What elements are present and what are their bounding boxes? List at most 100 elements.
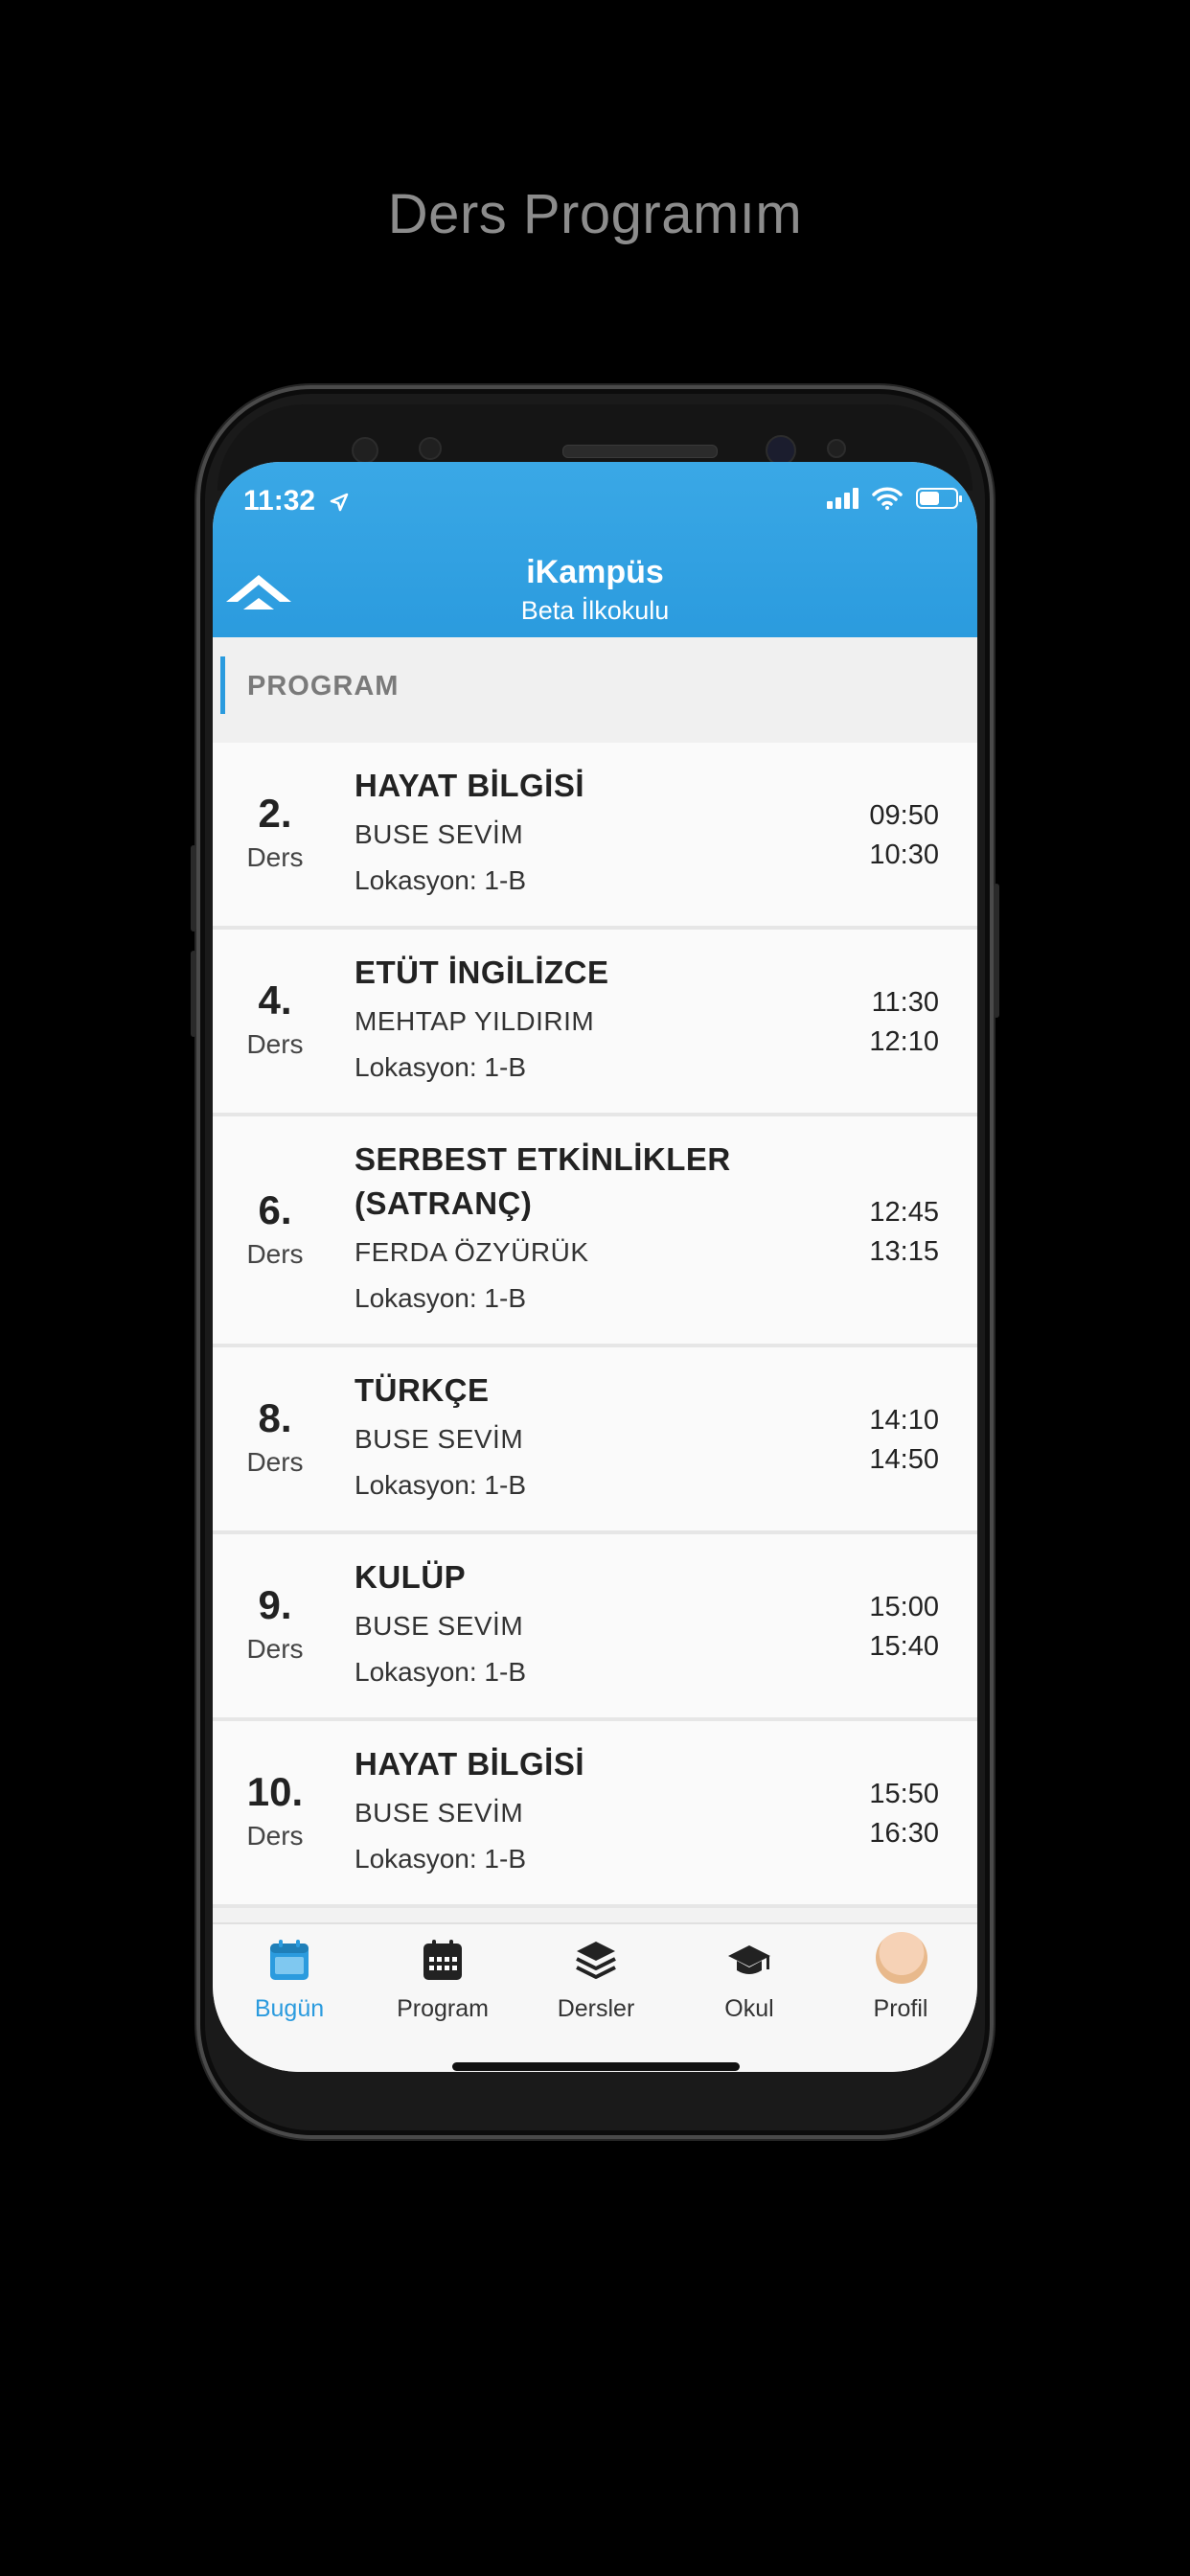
lesson-row[interactable]: 6. Ders SERBEST ETKİNLİKLER (SATRANÇ) FE… <box>213 1116 977 1347</box>
period: 8. Ders <box>213 1395 337 1478</box>
lesson-end: 16:30 <box>869 1818 939 1849</box>
lesson-end: 12:10 <box>869 1026 939 1057</box>
period-label: Ders <box>246 1447 304 1477</box>
lesson-info: KULÜP BUSE SEVİM Lokasyon: 1-B <box>355 1555 814 1688</box>
lesson-teacher: BUSE SEVİM <box>355 1424 524 1454</box>
lesson-start: 11:30 <box>871 987 939 1018</box>
calendar-grid-icon <box>423 1940 462 1980</box>
lesson-subject: SERBEST ETKİNLİKLER (SATRANÇ) <box>355 1141 731 1221</box>
lesson-subject: ETÜT İNGİLİZCE <box>355 954 609 990</box>
period-number: 9. <box>258 1582 292 1627</box>
period-label: Ders <box>246 1239 304 1269</box>
layers-icon <box>576 1942 616 1979</box>
lesson-location: Lokasyon: 1-B <box>355 1052 526 1082</box>
lesson-times: 15:50 16:30 <box>869 1775 939 1853</box>
sensor-icon <box>827 439 846 458</box>
lesson-location: Lokasyon: 1-B <box>355 1844 526 1874</box>
section-label: PROGRAM <box>247 671 400 702</box>
lesson-end: 13:15 <box>869 1236 939 1267</box>
lesson-location: Lokasyon: 1-B <box>355 1657 526 1687</box>
lesson-subject: TÜRKÇE <box>355 1372 490 1408</box>
tab-label: Bugün <box>254 1995 325 2022</box>
period: 6. Ders <box>213 1187 337 1270</box>
lesson-times: 11:30 12:10 <box>869 983 939 1062</box>
lesson-row[interactable]: 4. Ders ETÜT İNGİLİZCE MEHTAP YILDIRIM L… <box>213 930 977 1116</box>
period-number: 6. <box>258 1187 292 1232</box>
power-button <box>994 884 999 1018</box>
lesson-times: 12:45 13:15 <box>869 1193 939 1272</box>
promo-title: Ders Programım <box>387 183 803 245</box>
lesson-times: 14:10 14:50 <box>869 1401 939 1480</box>
volume-button <box>191 845 196 932</box>
lesson-start: 15:00 <box>869 1592 939 1622</box>
lesson-teacher: BUSE SEVİM <box>355 1798 524 1828</box>
speaker-grille <box>562 445 718 458</box>
lesson-start: 09:50 <box>869 800 939 831</box>
period-label: Ders <box>246 1029 304 1059</box>
lesson-times: 15:00 15:40 <box>869 1588 939 1667</box>
lesson-subject: HAYAT BİLGİSİ <box>355 1746 584 1782</box>
tab-label: Okul <box>724 1995 774 2022</box>
graduation-cap-icon <box>728 1945 770 1974</box>
lesson-row[interactable]: 2. Ders HAYAT BİLGİSİ BUSE SEVİM Lokasyo… <box>213 743 977 930</box>
program-section-header: PROGRAM <box>213 637 977 743</box>
lesson-end: 15:40 <box>869 1631 939 1662</box>
lesson-info: TÜRKÇE BUSE SEVİM Lokasyon: 1-B <box>355 1368 814 1501</box>
app-screen: 11:32 iKampüs Beta İlkokulu PROGRAM 2. D… <box>213 462 977 2072</box>
lesson-end: 14:50 <box>869 1444 939 1475</box>
battery-icon <box>916 488 962 509</box>
section-accent-bar <box>220 656 225 714</box>
sensor-icon <box>352 437 378 464</box>
lesson-end: 10:30 <box>869 840 939 870</box>
school-name: Beta İlkokulu <box>520 596 670 625</box>
status-icons <box>827 487 962 510</box>
period: 9. Ders <box>213 1582 337 1665</box>
app-title: iKampüs <box>526 554 664 590</box>
lesson-teacher: BUSE SEVİM <box>355 1611 524 1641</box>
wifi-icon <box>872 487 903 510</box>
lesson-subject: HAYAT BİLGİSİ <box>355 768 584 803</box>
lesson-teacher: BUSE SEVİM <box>355 819 524 849</box>
period: 10. Ders <box>213 1769 337 1852</box>
lesson-start: 12:45 <box>869 1197 939 1228</box>
location-arrow-icon <box>331 493 349 512</box>
lesson-location: Lokasyon: 1-B <box>355 1470 526 1500</box>
lesson-info: HAYAT BİLGİSİ BUSE SEVİM Lokasyon: 1-B <box>355 764 814 896</box>
lesson-location: Lokasyon: 1-B <box>355 1283 526 1313</box>
lesson-location: Lokasyon: 1-B <box>355 865 526 895</box>
lesson-info: HAYAT BİLGİSİ BUSE SEVİM Lokasyon: 1-B <box>355 1742 814 1874</box>
period-number: 4. <box>258 978 292 1023</box>
volume-button <box>191 951 196 1037</box>
period-number: 2. <box>258 791 292 836</box>
lesson-teacher: FERDA ÖZYÜRÜK <box>355 1237 589 1267</box>
status-time: 11:32 <box>243 485 350 518</box>
lesson-row[interactable]: 8. Ders TÜRKÇE BUSE SEVİM Lokasyon: 1-B … <box>213 1347 977 1534</box>
lesson-start: 14:10 <box>869 1405 939 1436</box>
lesson-list: 2. Ders HAYAT BİLGİSİ BUSE SEVİM Lokasyo… <box>213 743 977 1908</box>
phone-frame: 11:32 iKampüs Beta İlkokulu PROGRAM 2. D… <box>191 385 999 2139</box>
lesson-subject: KULÜP <box>355 1559 467 1595</box>
lesson-row[interactable]: 10. Ders HAYAT BİLGİSİ BUSE SEVİM Lokasy… <box>213 1721 977 1908</box>
period-number: 10. <box>246 1769 304 1814</box>
status-time-text: 11:32 <box>243 485 316 517</box>
home-indicator[interactable] <box>452 2062 740 2071</box>
app-header: 11:32 iKampüs Beta İlkokulu <box>213 462 977 637</box>
lesson-times: 09:50 10:30 <box>869 796 939 875</box>
avatar <box>876 1932 927 1984</box>
tab-label: Profil <box>873 1995 928 2022</box>
calendar-today-icon <box>270 1940 309 1980</box>
lesson-info: SERBEST ETKİNLİKLER (SATRANÇ) FERDA ÖZYÜ… <box>355 1138 814 1314</box>
period-label: Ders <box>246 1634 304 1664</box>
sensor-icon <box>419 437 442 460</box>
lesson-row[interactable]: 9. Ders KULÜP BUSE SEVİM Lokasyon: 1-B 1… <box>213 1534 977 1721</box>
period-label: Ders <box>246 842 304 872</box>
tab-label: Program <box>397 1995 489 2022</box>
tab-bar: Bugün Program Dersler Okul Profil <box>213 1922 977 2072</box>
period-label: Ders <box>246 1821 304 1851</box>
period: 2. Ders <box>213 791 337 873</box>
signal-icon <box>827 488 858 509</box>
lesson-start: 15:50 <box>869 1779 939 1809</box>
lesson-teacher: MEHTAP YILDIRIM <box>355 1006 595 1036</box>
tab-label: Dersler <box>557 1995 635 2022</box>
period: 4. Ders <box>213 978 337 1060</box>
